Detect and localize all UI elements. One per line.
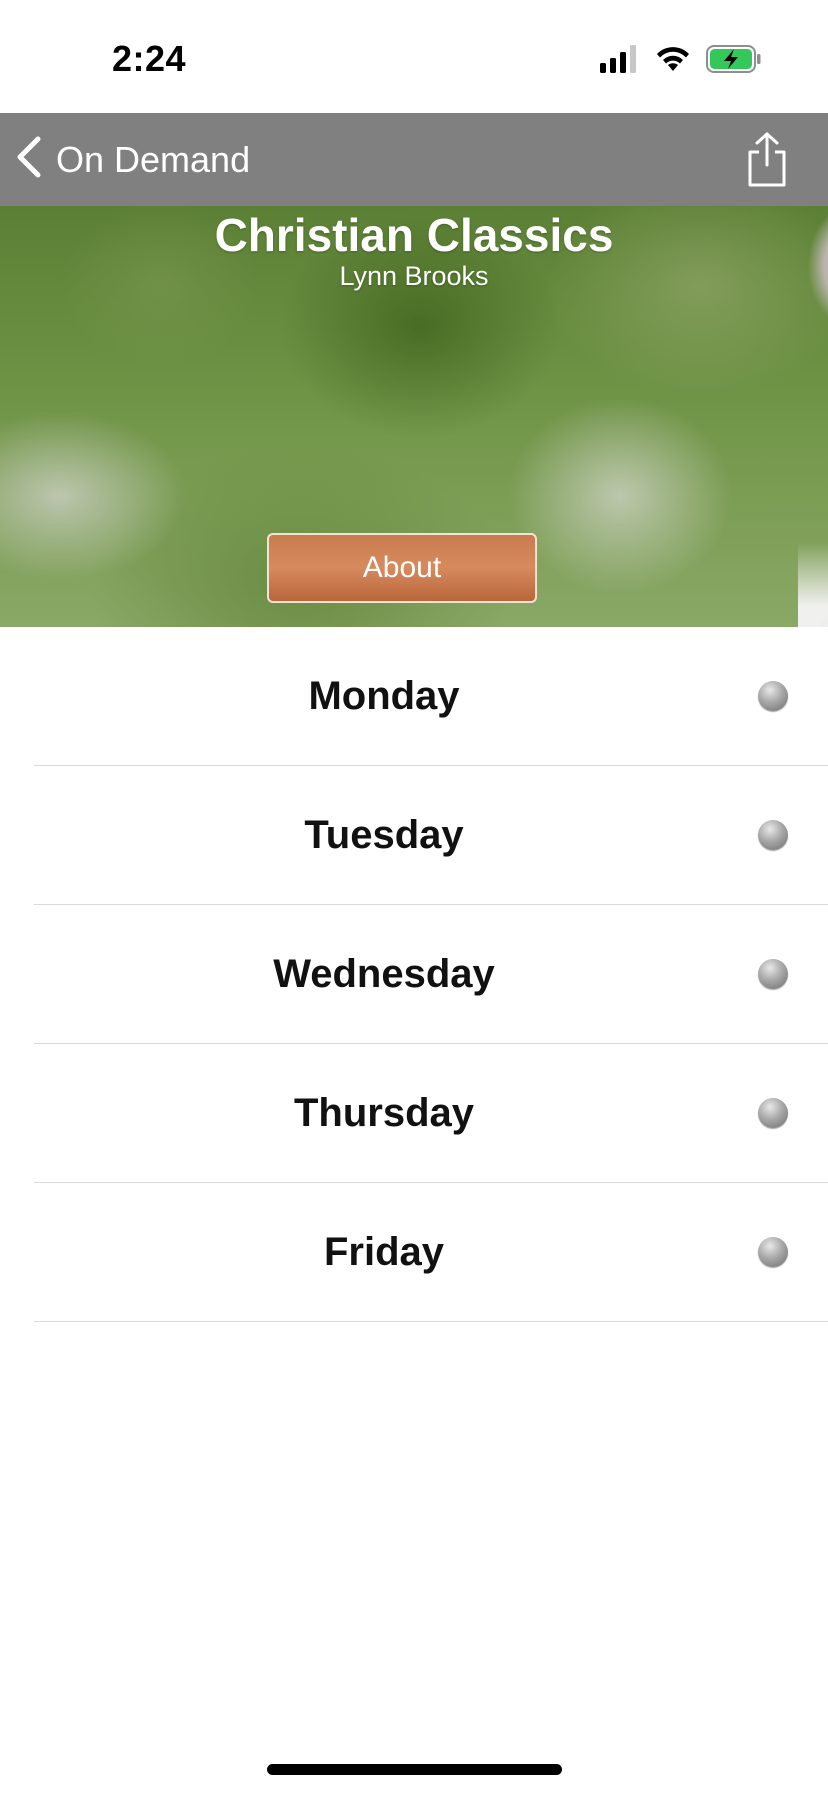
status-time: 2:24 [112,38,187,79]
status-icons [600,44,762,78]
program-hero: Christian Classics Lynn Brooks About [0,206,828,627]
list-item-friday[interactable]: Friday [0,1183,828,1322]
gray-dot-icon [758,1237,788,1267]
list-item-monday[interactable]: Monday [0,627,828,766]
back-label: On Demand [56,138,251,180]
back-button[interactable]: On Demand [14,113,250,206]
navigation-bar: On Demand [0,113,828,206]
chevron-left-icon [14,136,44,183]
cellular-signal-icon [600,44,640,78]
status-bar: 2:24 [0,0,828,113]
gray-dot-icon [758,959,788,989]
home-indicator[interactable] [267,1764,562,1775]
share-button[interactable] [742,131,792,189]
about-button[interactable]: About [267,533,537,603]
list-item-tuesday[interactable]: Tuesday [0,766,828,905]
program-host: Lynn Brooks [339,261,489,291]
wifi-icon [654,45,692,78]
program-title: Christian Classics [214,209,614,261]
screen: 2:24 On Demand Christian Classics Lynn B… [0,0,828,1795]
day-label: Friday [323,1230,445,1274]
day-label: Tuesday [304,813,464,857]
gray-dot-icon [758,681,788,711]
gray-dot-icon [758,1098,788,1128]
day-label: Wednesday [273,952,495,996]
day-label: Monday [308,674,460,718]
list-item-wednesday[interactable]: Wednesday [0,905,828,1044]
day-list: Monday Tuesday Wednesday Thursday Friday [0,627,828,1322]
gray-dot-icon [758,820,788,850]
share-icon [742,132,792,193]
list-item-thursday[interactable]: Thursday [0,1044,828,1183]
battery-charging-icon [706,44,762,78]
day-label: Thursday [293,1091,475,1135]
